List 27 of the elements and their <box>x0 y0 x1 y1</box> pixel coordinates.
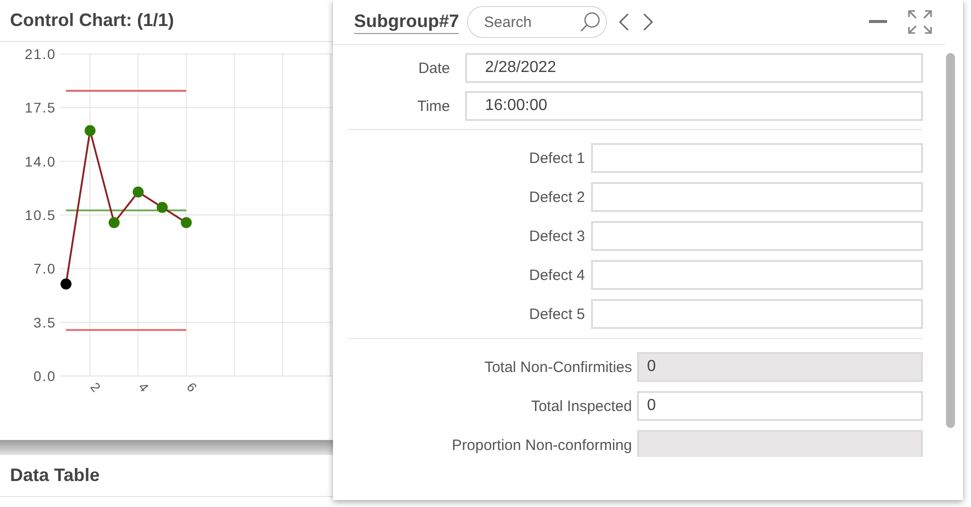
field-label: Defect 2 <box>528 188 586 206</box>
search-field[interactable]: Search <box>467 6 608 38</box>
field-label: Total Inspected <box>530 398 633 414</box>
field-label: Time <box>416 98 451 114</box>
field-label: Defect 3 <box>528 228 586 244</box>
text-field[interactable]: 2/28/2022 <box>465 53 923 83</box>
field-label: Date <box>417 60 451 76</box>
field-label: Total Non-Confirmities <box>483 358 633 376</box>
field-label: Proportion Non-conforming <box>450 436 633 454</box>
panel-title: Control Chart: (1/1) <box>10 10 174 31</box>
y-tick-label: 7.0 <box>34 260 56 277</box>
dialog-title: Subgroup#7 <box>354 10 460 34</box>
x-tick-label: 4 <box>136 380 152 395</box>
x-tick-label: 6 <box>184 380 200 395</box>
y-tick-label: 3.5 <box>34 314 56 330</box>
x-tick-label: 2 <box>87 380 104 395</box>
y-tick-label: 0.0 <box>34 368 56 384</box>
y-tick-label: 21.0 <box>24 46 56 62</box>
y-tick-label: 17.5 <box>24 100 56 116</box>
y-tick-label: 14.0 <box>24 153 56 170</box>
y-tick-label: 10.5 <box>24 207 56 223</box>
field-label: Defect 1 <box>528 150 586 166</box>
text-field[interactable]: 16:00:00 <box>465 91 923 121</box>
panel-title: Data Table <box>10 465 100 486</box>
text-field[interactable]: 0 <box>637 391 923 421</box>
field-label: Defect 5 <box>528 306 586 322</box>
field-label: Defect 4 <box>528 266 586 284</box>
